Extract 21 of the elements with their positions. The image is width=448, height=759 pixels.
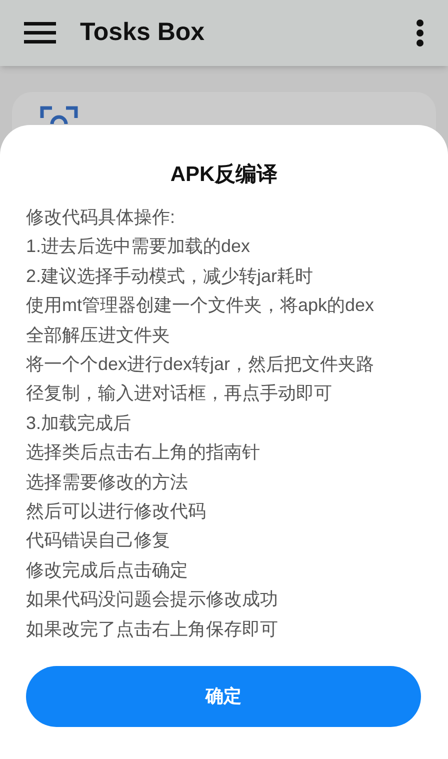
more-icon[interactable] bbox=[416, 19, 424, 47]
instruction-line: 如果代码没问题会提示修改成功 bbox=[26, 588, 278, 612]
menu-icon[interactable] bbox=[24, 22, 56, 44]
scan-icon bbox=[40, 106, 78, 124]
instruction-line: 3.加载完成后 bbox=[26, 412, 132, 435]
instruction-line: 修改代码具体操作: bbox=[26, 206, 176, 229]
instruction-line: 径复制，输入进对话框，再点手动即可 bbox=[26, 382, 332, 406]
instruction-line: 然后可以进行修改代码 bbox=[26, 500, 206, 524]
app-title: Tosks Box bbox=[80, 17, 205, 48]
dialog-title: APK反编译 bbox=[170, 162, 278, 188]
instruction-line: 选择需要修改的方法 bbox=[26, 470, 188, 494]
instruction-line: 修改完成后点击确定 bbox=[26, 558, 188, 582]
instruction-line: 2.建议选择手动模式，减少转jar耗时 bbox=[26, 264, 314, 288]
confirm-button[interactable]: 确定 bbox=[26, 666, 421, 727]
instruction-line: 全部解压进文件夹 bbox=[26, 324, 170, 347]
instruction-line: 如果改完了点击右上角保存即可 bbox=[26, 618, 278, 641]
instruction-line: 将一个个dex进行dex转jar，然后把文件夹路 bbox=[26, 353, 374, 376]
instruction-line: 选择类后点击右上角的指南针 bbox=[26, 441, 260, 464]
instruction-line: 代码错误自己修复 bbox=[26, 529, 170, 552]
instruction-line: 使用mt管理器创建一个文件夹，将apk的dex bbox=[26, 294, 374, 318]
instruction-line: 1.进去后选中需要加载的dex bbox=[26, 235, 250, 258]
